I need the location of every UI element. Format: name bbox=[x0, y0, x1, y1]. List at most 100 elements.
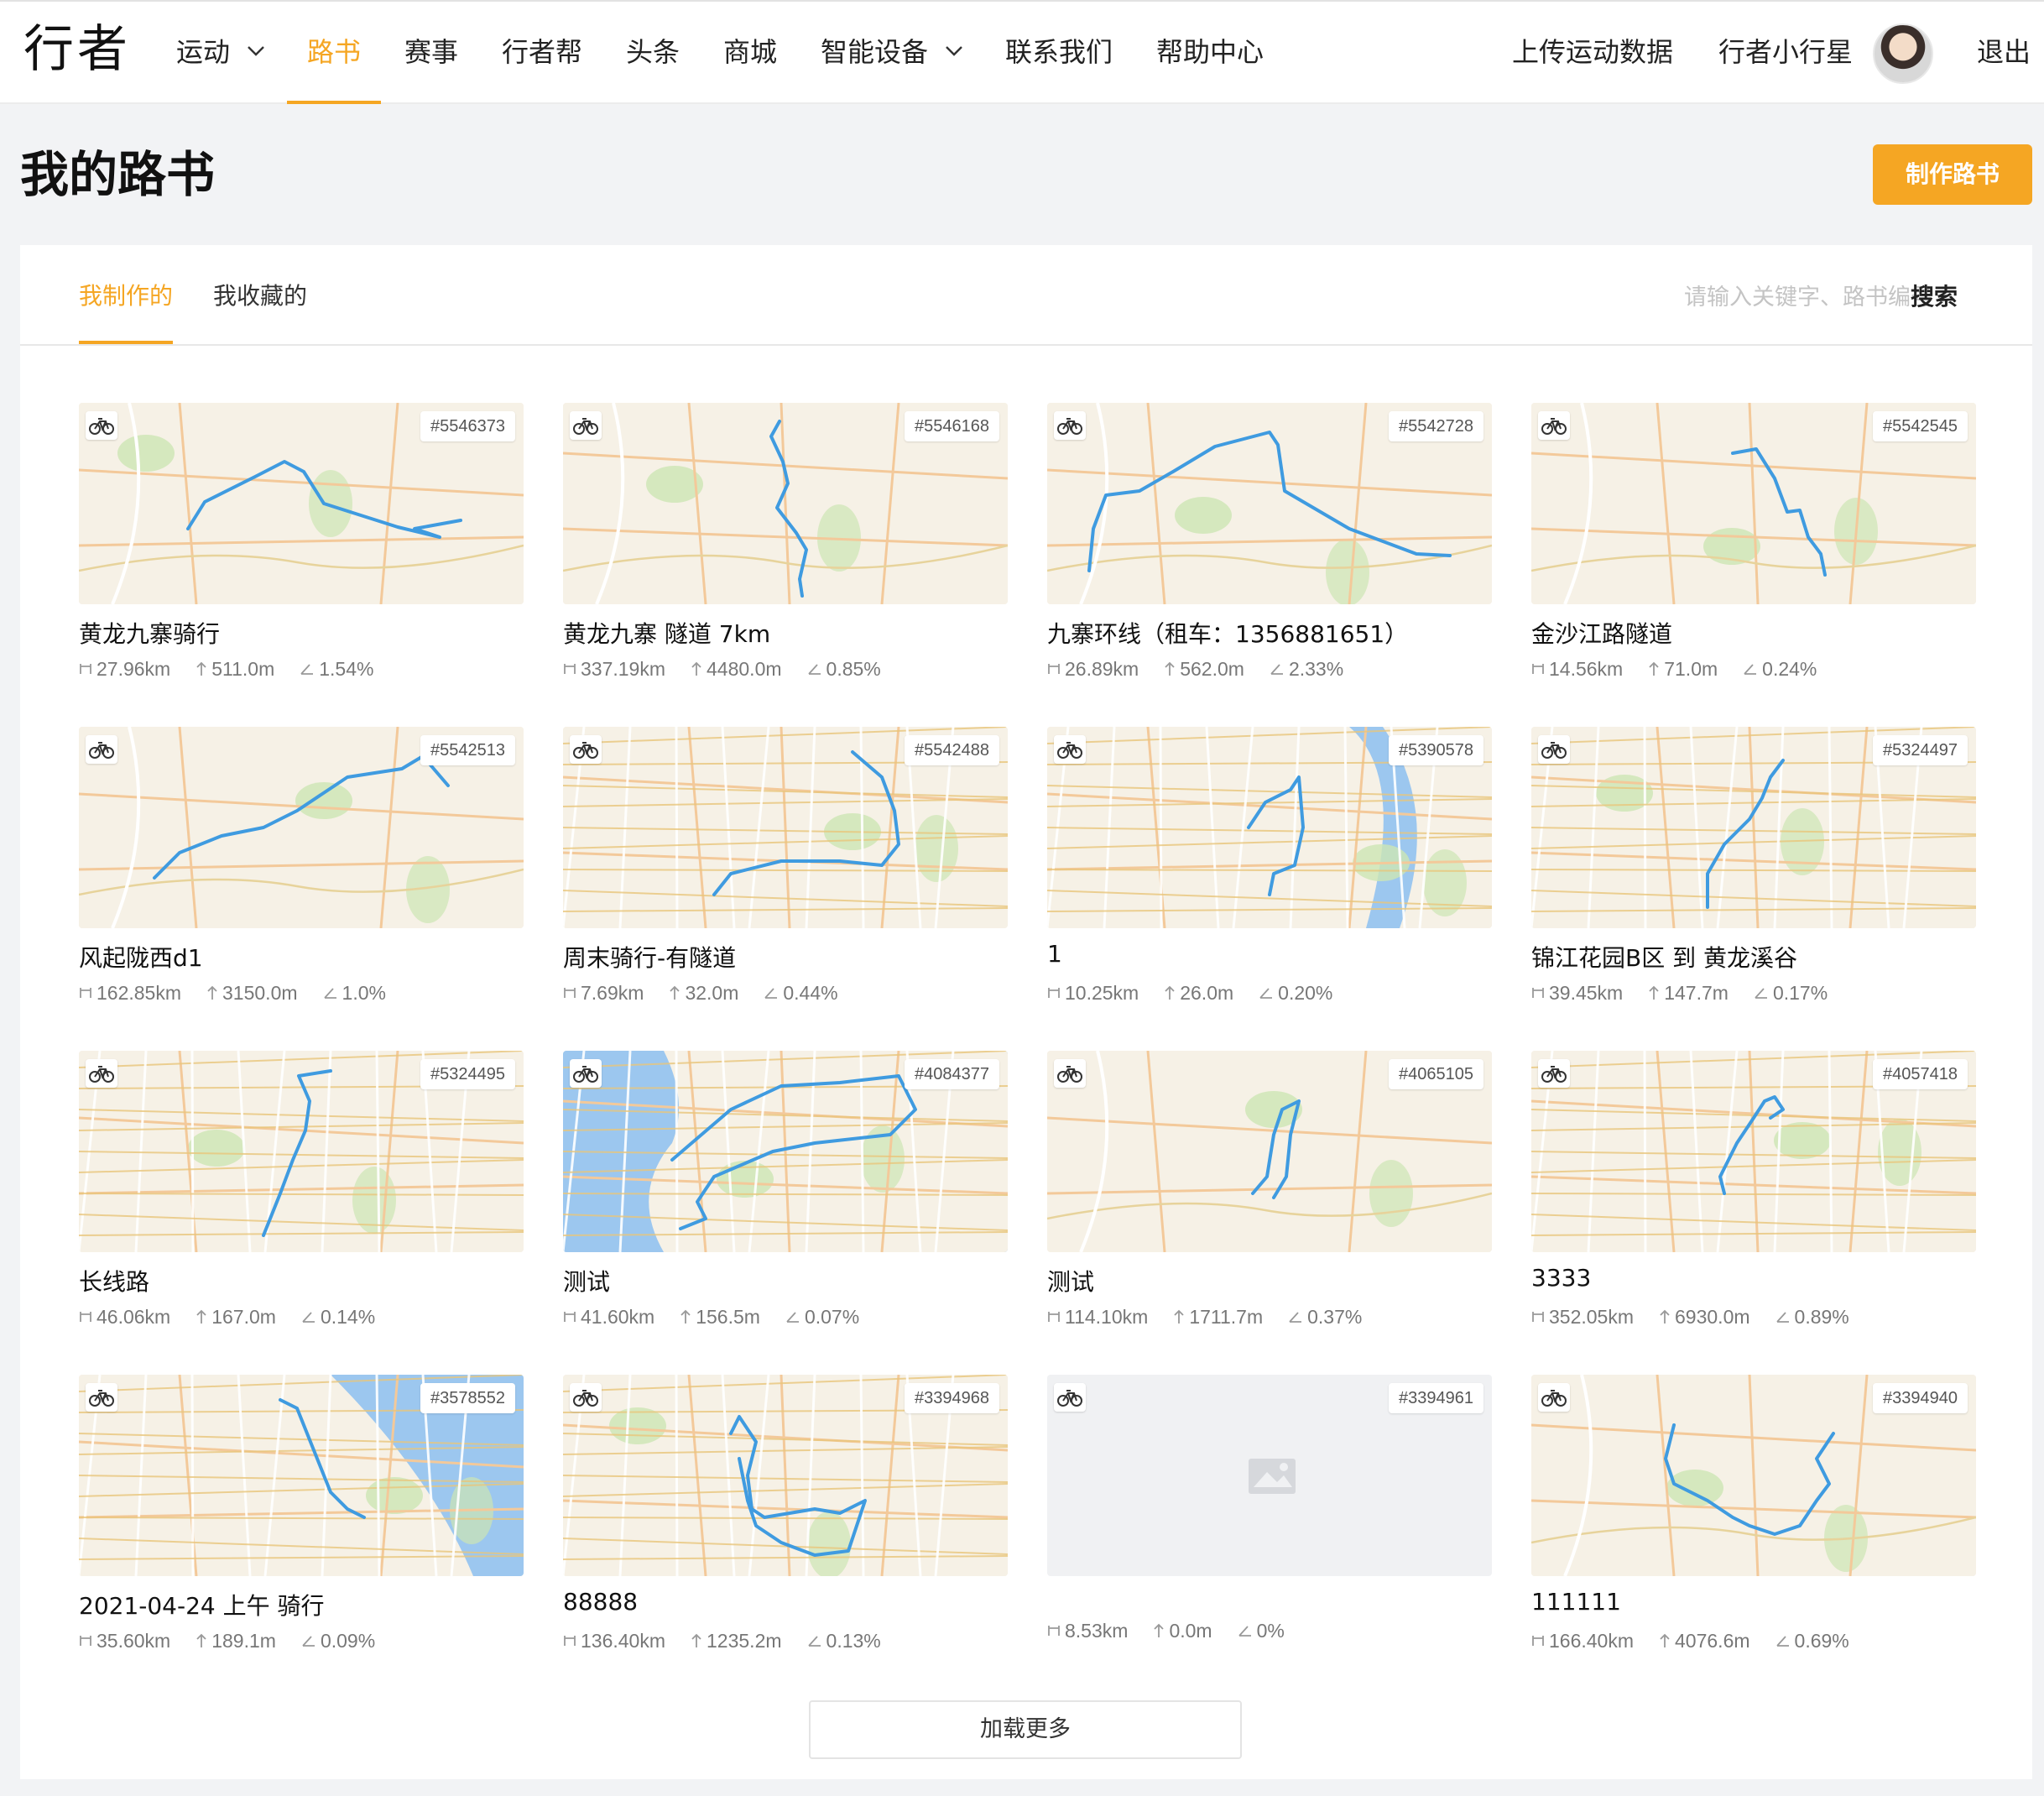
ascent-value: 156.5m bbox=[696, 1306, 760, 1328]
route-map-thumbnail[interactable]: #3394968 bbox=[563, 1375, 1008, 1576]
load-more-button[interactable]: 加载更多 bbox=[809, 1700, 1242, 1759]
route-map-thumbnail[interactable]: #4065105 bbox=[1047, 1051, 1492, 1252]
route-map-thumbnail[interactable]: #5542513 bbox=[79, 727, 524, 928]
route-title[interactable]: 测试 bbox=[563, 1264, 610, 1297]
route-card[interactable]: #5542545 金沙江路隧道 14.56km 71.0m 0.24% bbox=[1531, 403, 1976, 688]
ascent-arrow-icon bbox=[1649, 661, 1659, 676]
route-card[interactable]: #5542488 周末骑行-有隧道 7.69km 32.0m 0.44% bbox=[563, 727, 1008, 1012]
route-map-thumbnail[interactable]: #5324495 bbox=[79, 1051, 524, 1252]
distance-stat: 352.05km bbox=[1531, 1306, 1634, 1329]
route-card[interactable]: #5546373 黄龙九寨骑行 27.96km 511.0m 1.54% bbox=[79, 403, 524, 688]
nav-item-shop[interactable]: 商城 bbox=[723, 2, 777, 104]
search-button[interactable]: 搜索 bbox=[1911, 270, 1958, 324]
tab-created[interactable]: 我制作的 bbox=[79, 245, 173, 346]
grade-angle-icon bbox=[323, 988, 336, 999]
route-card[interactable]: #4084377 测试 41.60km 156.5m 0.07% bbox=[563, 1051, 1008, 1336]
ascent-arrow-icon bbox=[207, 985, 217, 1000]
route-card[interactable]: #5542513 风起陇西d1 162.85km 3150.0m 1.0% bbox=[79, 727, 524, 1012]
route-card[interactable]: #3394940 111111 166.40km 4076.6m 0.69% bbox=[1531, 1375, 1976, 1660]
route-title[interactable]: 风起陇西d1 bbox=[79, 940, 203, 974]
distance-value: 337.19km bbox=[581, 658, 666, 680]
route-map-thumbnail[interactable]: #5546168 bbox=[563, 403, 1008, 604]
route-title[interactable]: 测试 bbox=[1047, 1264, 1094, 1297]
distance-stat: 35.60km bbox=[79, 1630, 170, 1652]
route-card[interactable]: #4065105 测试 114.10km 1711.7m 0.37% bbox=[1047, 1051, 1492, 1336]
route-title[interactable]: 2021-04-24 上午 骑行 bbox=[79, 1588, 325, 1621]
ascent-stat: 562.0m bbox=[1164, 658, 1244, 681]
route-card[interactable]: #3578552 2021-04-24 上午 骑行 35.60km 189.1m 0.0… bbox=[79, 1375, 524, 1660]
nav-item-devices[interactable]: 智能设备 bbox=[821, 2, 963, 104]
route-map-thumbnail[interactable]: #5542488 bbox=[563, 727, 1008, 928]
grade-stat: 0.89% bbox=[1775, 1306, 1849, 1329]
route-card[interactable]: #5546168 黄龙九寨 隧道 7km 337.19km 4480.0m 0.85% bbox=[563, 403, 1008, 688]
route-map-thumbnail[interactable]: #5546373 bbox=[79, 403, 524, 604]
distance-icon bbox=[564, 663, 576, 674]
routes-panel: 我制作的 我收藏的 搜索 #5546373 黄龙九寨骑行 27.96km 511.0m… bbox=[20, 245, 2032, 1779]
route-card[interactable]: #5324495 长线路 46.06km 167.0m 0.14% bbox=[79, 1051, 524, 1336]
route-title[interactable]: 1 bbox=[1047, 940, 1062, 968]
nav-item-clubs[interactable]: 行者帮 bbox=[502, 2, 582, 104]
route-card[interactable]: #5324497 锦江花园B区 到 黄龙溪谷 39.45km 147.7m 0.17% bbox=[1531, 727, 1976, 1012]
distance-stat: 114.10km bbox=[1047, 1306, 1148, 1329]
bicycle-icon bbox=[86, 411, 117, 440]
route-stats: 10.25km 26.0m 0.20% bbox=[1047, 982, 1358, 1005]
nav-item-events[interactable]: 赛事 bbox=[404, 2, 458, 104]
ascent-value: 562.0m bbox=[1180, 658, 1244, 680]
route-card[interactable]: #4057418 3333 352.05km 6930.0m 0.89% bbox=[1531, 1051, 1976, 1336]
distance-icon bbox=[80, 663, 91, 674]
distance-value: 35.60km bbox=[96, 1630, 171, 1652]
route-map-thumbnail[interactable]: #5542728 bbox=[1047, 403, 1492, 604]
create-route-button[interactable]: 制作路书 bbox=[1873, 144, 2032, 205]
tab-favorites[interactable]: 我收藏的 bbox=[213, 245, 307, 346]
nav-item-routes[interactable]: 路书 bbox=[307, 2, 361, 104]
nav-item-news[interactable]: 头条 bbox=[626, 2, 680, 104]
route-map-thumbnail[interactable]: #4057418 bbox=[1531, 1051, 1976, 1252]
route-title[interactable]: 锦江花园B区 到 黄龙溪谷 bbox=[1531, 940, 1797, 974]
search-input[interactable] bbox=[1614, 279, 1933, 316]
distance-value: 26.89km bbox=[1065, 658, 1139, 680]
route-title[interactable]: 九寨环线（租车：1356881651） bbox=[1047, 616, 1408, 650]
route-title[interactable]: 长线路 bbox=[79, 1264, 149, 1297]
brand-logo[interactable]: 行者 bbox=[23, 20, 131, 79]
distance-icon bbox=[1048, 663, 1060, 674]
ascent-stat: 156.5m bbox=[680, 1306, 760, 1329]
route-map-thumbnail[interactable]: #5324497 bbox=[1531, 727, 1976, 928]
route-map-thumbnail[interactable]: #5542545 bbox=[1531, 403, 1976, 604]
route-title[interactable]: 金沙江路隧道 bbox=[1531, 616, 1672, 650]
bicycle-icon bbox=[1538, 411, 1570, 440]
grade-value: 1.54% bbox=[319, 658, 374, 680]
nav-item-label: 商城 bbox=[723, 36, 778, 68]
route-title[interactable]: 3333 bbox=[1531, 1264, 1591, 1292]
route-title[interactable]: 黄龙九寨骑行 bbox=[79, 616, 220, 650]
bicycle-icon bbox=[86, 735, 117, 764]
route-stats: 7.69km 32.0m 0.44% bbox=[563, 982, 863, 1005]
nav-item-sports[interactable]: 运动 bbox=[176, 2, 265, 104]
route-title[interactable]: 88888 bbox=[563, 1588, 638, 1616]
route-card[interactable]: #3394968 88888 136.40km 1235.2m 0.13% bbox=[563, 1375, 1008, 1660]
distance-stat: 46.06km bbox=[79, 1306, 170, 1329]
username-link[interactable]: 行者小行星 bbox=[1718, 2, 1853, 104]
logout-link[interactable]: 退出 bbox=[1977, 2, 2031, 104]
route-map-thumbnail[interactable]: #5390578 bbox=[1047, 727, 1492, 928]
route-map-thumbnail[interactable]: #4084377 bbox=[563, 1051, 1008, 1252]
route-title[interactable]: 周末骑行-有隧道 bbox=[563, 940, 736, 974]
route-title[interactable]: 111111 bbox=[1531, 1588, 1621, 1616]
map-placeholder[interactable]: #3394961 bbox=[1047, 1375, 1492, 1576]
ascent-value: 0.0m bbox=[1169, 1620, 1212, 1642]
grade-angle-icon bbox=[1289, 1312, 1302, 1323]
route-map-thumbnail[interactable]: #3578552 bbox=[79, 1375, 524, 1576]
distance-stat: 27.96km bbox=[79, 658, 170, 681]
route-title[interactable]: 黄龙九寨 隧道 7km bbox=[563, 616, 770, 650]
nav-item-help[interactable]: 帮助中心 bbox=[1156, 2, 1264, 104]
route-card[interactable]: #5542728 九寨环线（租车：1356881651） 26.89km 562.0m… bbox=[1047, 403, 1492, 688]
route-map-thumbnail[interactable]: #3394940 bbox=[1531, 1375, 1976, 1576]
grade-value: 2.33% bbox=[1288, 658, 1344, 680]
upload-activity-link[interactable]: 上传运动数据 bbox=[1512, 2, 1673, 104]
route-card[interactable]: #5390578 1 10.25km 26.0m 0.20% bbox=[1047, 727, 1492, 1012]
grade-value: 0.44% bbox=[783, 982, 838, 1004]
ascent-stat: 189.1m bbox=[196, 1630, 276, 1652]
avatar[interactable] bbox=[1873, 23, 1933, 84]
distance-stat: 166.40km bbox=[1531, 1630, 1634, 1652]
nav-item-contact[interactable]: 联系我们 bbox=[1005, 2, 1113, 104]
route-card[interactable]: #3394961 8.53km 0.0m 0% bbox=[1047, 1375, 1492, 1660]
